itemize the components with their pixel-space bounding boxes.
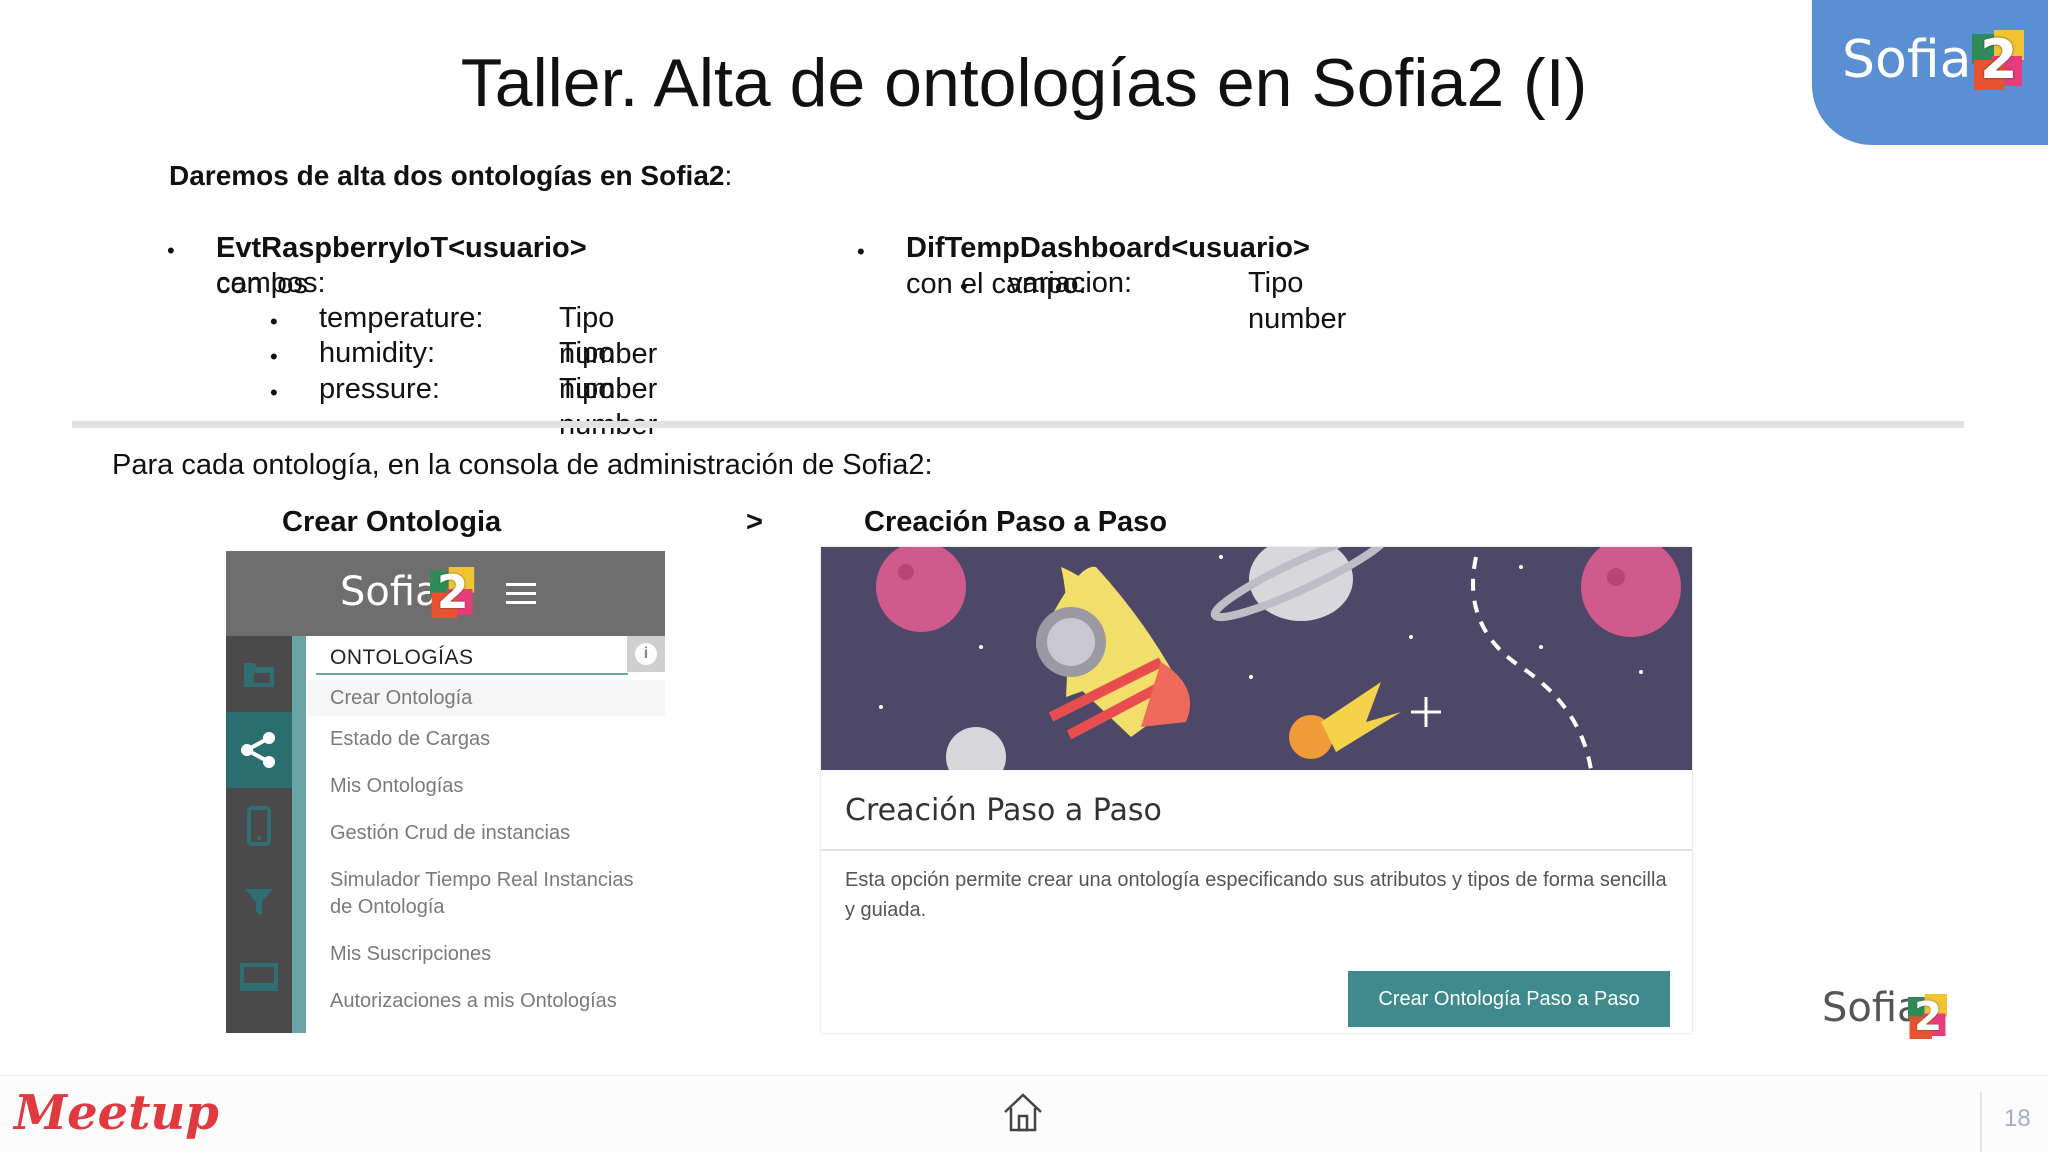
sofia2-corner-logo: Sofia 2 (1812, 0, 2048, 145)
field-name: temperature: (319, 302, 484, 334)
field-name: variacion: (1008, 267, 1133, 299)
wizard-card-title: Creación Paso a Paso (845, 793, 1162, 828)
monitor-icon[interactable] (226, 940, 292, 1016)
step-arrow: > (746, 506, 763, 538)
intro-line: Daremos de alta dos ontologías en Sofia2… (169, 160, 732, 192)
ontology-submenu: ONTOLOGÍAS i Crear Ontología Estado de C… (308, 636, 665, 1033)
instructions-text: Para cada ontología, en la consola de ad… (112, 449, 933, 481)
field-name: pressure: (319, 373, 440, 405)
meetup-logo: Meetup (14, 1085, 219, 1141)
page-number: 18 (2004, 1105, 2031, 1132)
share-icon[interactable] (226, 712, 292, 788)
space-illustration (821, 547, 1692, 787)
menu-item-mis-suscripciones[interactable]: Mis Suscripciones (330, 941, 491, 968)
menu-item-simulador[interactable]: Simulador Tiempo Real Instancias (330, 867, 633, 894)
wizard-card-divider (821, 849, 1692, 851)
intro-bold: Daremos de alta dos ontologías en Sofia2 (169, 160, 725, 191)
menu-item-simulador-line2[interactable]: de Ontología (330, 894, 445, 921)
submenu-underline (316, 673, 628, 675)
corner-logo-badge: 2 (1972, 30, 2028, 92)
section-divider (72, 421, 1964, 428)
console-menu-panel: Sofia 2 ONTOLOGÍAS i Crear Ontología Est… (226, 551, 665, 1033)
page-number-separator (1980, 1092, 1982, 1152)
field-name: humidity: (319, 337, 436, 369)
filter-icon[interactable] (226, 864, 292, 940)
menu-item-estado-cargas[interactable]: Estado de Cargas (330, 726, 490, 753)
field-type: Tipo number (559, 373, 657, 441)
hamburger-menu-icon[interactable] (506, 583, 536, 610)
console-header: Sofia 2 (226, 551, 665, 636)
menu-item-gestion-crud[interactable]: Gestión Crud de instancias (330, 820, 570, 847)
menu-item-mis-ontologias[interactable]: Mis Ontologías (330, 773, 463, 800)
console-icon-rail (226, 636, 292, 1033)
bottom-logo-badge: 2 (1908, 994, 1950, 1041)
info-button[interactable]: i (627, 636, 665, 672)
console-brand: Sofia (340, 569, 440, 615)
intro-colon: : (724, 160, 733, 191)
sofia2-bottom-logo: Sofia (1822, 985, 1922, 1031)
menu-item-crear-ontologia[interactable]: Crear Ontología (308, 680, 665, 716)
step2-label: Creación Paso a Paso (864, 506, 1168, 538)
console-accent-bar (292, 636, 306, 1033)
corner-logo-text: Sofia (1842, 30, 1972, 90)
wizard-card: Creación Paso a Paso Esta opción permite… (821, 547, 1692, 1033)
crear-ontologia-paso-a-paso-button[interactable]: Crear Ontología Paso a Paso (1348, 971, 1670, 1027)
info-icon: i (635, 643, 657, 665)
left-ontology-line2: campos: (216, 267, 326, 299)
home-icon[interactable] (1001, 1090, 1045, 1134)
folder-icon[interactable] (226, 636, 292, 712)
console-logo-badge: 2 (430, 567, 478, 620)
wizard-card-description: Esta opción permite crear una ontología … (845, 869, 1667, 921)
submenu-title: ONTOLOGÍAS (330, 646, 474, 669)
bottom-logo-text: Sofia (1822, 985, 1922, 1031)
mobile-icon[interactable] (226, 788, 292, 864)
step1-label: Crear Ontologia (282, 506, 502, 538)
corner-logo-number: 2 (1980, 28, 2018, 91)
field-type: Tipo number (1248, 267, 1347, 335)
slide-title: Taller. Alta de ontologías en Sofia2 (I) (460, 45, 1588, 121)
menu-item-autorizaciones[interactable]: Autorizaciones a mis Ontologías (330, 988, 617, 1015)
